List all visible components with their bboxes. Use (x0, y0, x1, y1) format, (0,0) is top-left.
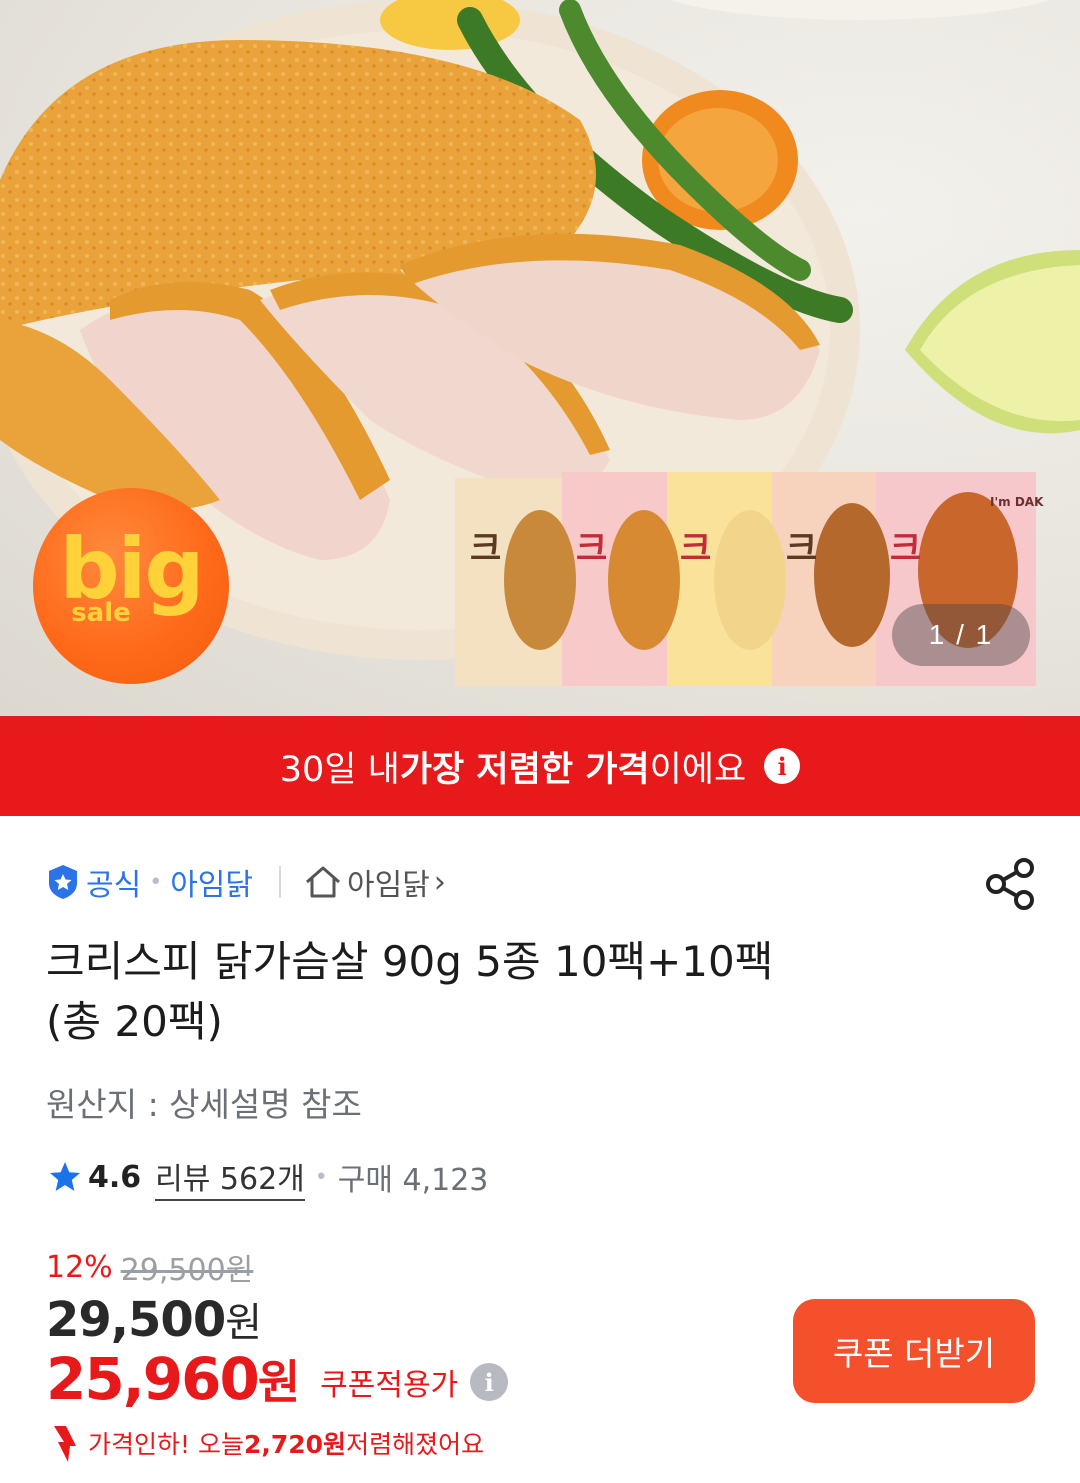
coupon-info-icon[interactable]: i (470, 1363, 509, 1401)
product-title: 크리스피 닭가슴살 90g 5종 10팩+10팩 (총 20팩) (46, 932, 1006, 1052)
badge-sale-text: sale (71, 598, 131, 628)
banner-prefix: 30일 내 (279, 749, 400, 790)
product-title-line1: 크리스피 닭가슴살 90g 5종 10팩+10팩 (46, 937, 774, 986)
svg-text:크: 크 (786, 529, 817, 569)
drop-suffix: 저렴해졌어요 (346, 1430, 485, 1459)
sale-price-currency: 원 (225, 1300, 262, 1346)
store-link[interactable]: 아임닭 (347, 860, 430, 904)
sale-price-value: 29,500 (46, 1292, 226, 1348)
separator-dot: • (314, 1164, 328, 1190)
sale-price: 29,500원 (46, 1290, 262, 1348)
banner-suffix: 이에요 (649, 749, 747, 790)
coupon-price-label: 쿠폰적용가 (320, 1368, 459, 1403)
divider (279, 866, 281, 898)
rating-score: 4.6 (88, 1159, 142, 1195)
drop-amount: 2,720원 (243, 1430, 347, 1459)
store-home-icon (306, 866, 340, 898)
share-icon[interactable] (984, 856, 1038, 912)
info-icon[interactable]: i (764, 748, 801, 784)
coupon-price-value: 25,960 (46, 1345, 260, 1413)
coupon-price-currency: 원 (257, 1355, 301, 1409)
purchase-count: 구매 4,123 (337, 1163, 489, 1198)
big-sale-badge: big sale (33, 488, 229, 684)
price-drop-notice: 가격인하! 오늘 2,720원 저렴해졌어요 (48, 1420, 484, 1466)
separator-dot: • (149, 869, 163, 895)
seller-row: 공식 • 아임닭 아임닭 › (46, 858, 446, 906)
discount-rate: 12% (46, 1249, 113, 1285)
star-icon (50, 1162, 80, 1191)
official-shield-icon (49, 865, 77, 899)
product-title-line2: (총 20팩) (46, 997, 223, 1046)
official-label: 공식 (86, 868, 142, 903)
svg-text:I'm DAK: I'm DAK (990, 495, 1044, 509)
svg-text:크: 크 (470, 529, 501, 569)
product-image-carousel[interactable]: 크 크 크 크 크 I'm DAK big sale 1 / 1 (0, 0, 1080, 716)
image-counter: 1 / 1 (892, 604, 1030, 666)
original-price: 29,500원 (120, 1253, 254, 1288)
lowest-price-banner[interactable]: 30일 내 가장 저렴한 가격 이에요 i (0, 716, 1080, 816)
brand-link[interactable]: 아임닭 (170, 860, 253, 904)
review-count-link[interactable]: 리뷰 562개 (155, 1154, 305, 1201)
price-down-arrow-icon (54, 1426, 76, 1462)
origin-info: 원산지 : 상세설명 참조 (46, 1085, 362, 1124)
svg-text:크: 크 (680, 529, 711, 569)
rating-row: 4.6 리뷰 562개 • 구매 4,123 (48, 1154, 489, 1201)
svg-text:크: 크 (576, 529, 607, 569)
drop-prefix: 가격인하! 오늘 (88, 1430, 244, 1459)
chevron-right-icon: › (433, 864, 446, 900)
badge-big-text: big (59, 520, 204, 618)
get-more-coupons-button[interactable]: 쿠폰 더받기 (793, 1299, 1035, 1403)
banner-highlight: 가장 저렴한 가격 (399, 749, 650, 790)
svg-text:크: 크 (890, 529, 921, 569)
coupon-price-row: 25,960 원 쿠폰적용가 i (46, 1342, 509, 1416)
discount-row: 12% 29,500원 (46, 1246, 254, 1289)
